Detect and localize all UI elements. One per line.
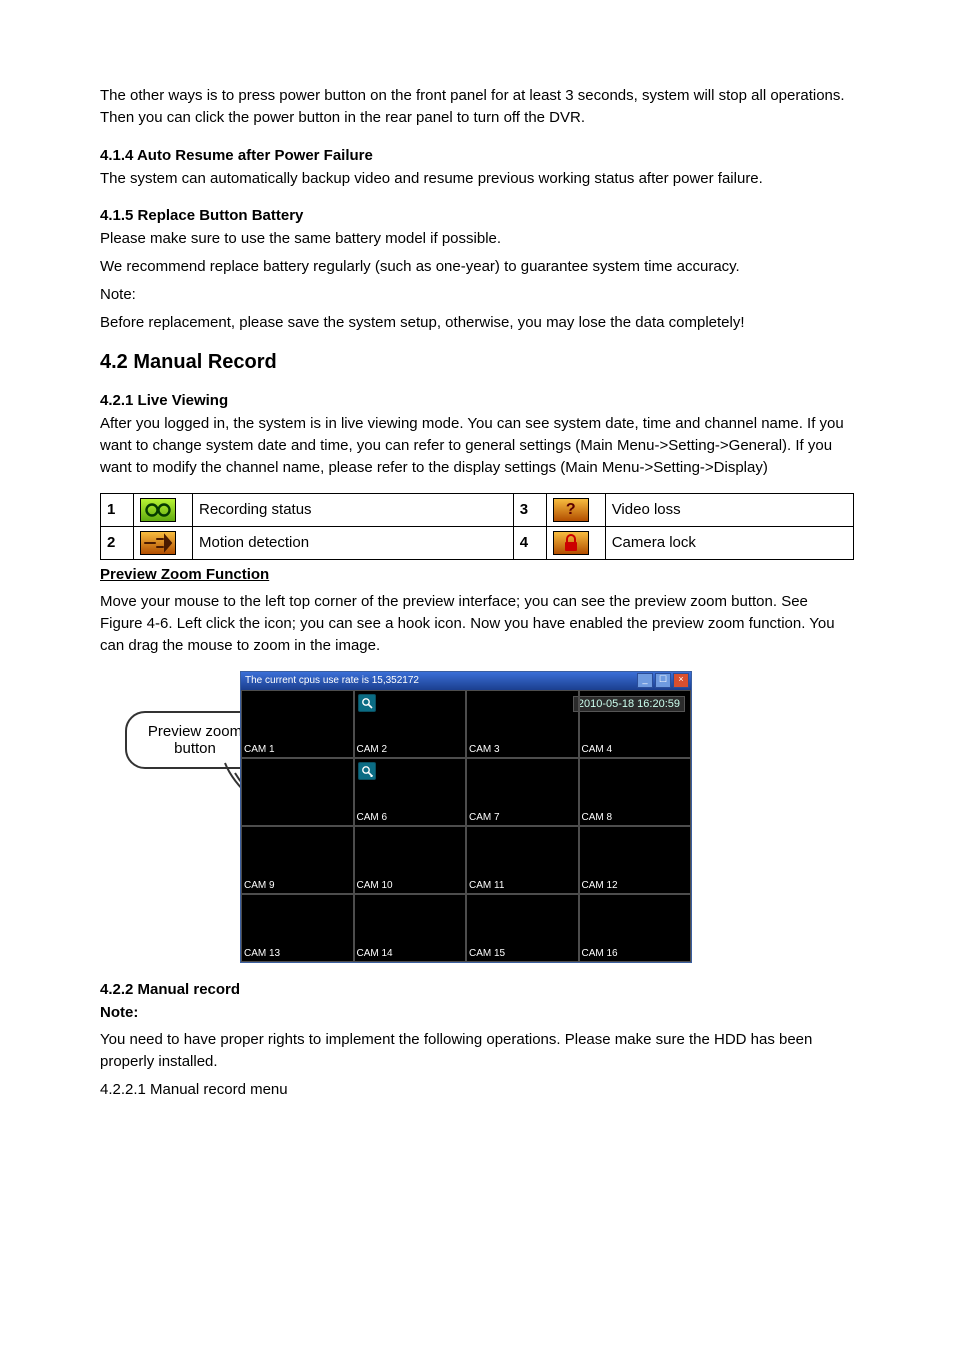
motion-icon [140, 531, 176, 555]
cell-num: 4 [513, 526, 546, 559]
p415-2: We recommend replace battery regularly (… [100, 256, 854, 278]
minimize-button[interactable]: _ [637, 673, 653, 688]
intro-paragraph: The other ways is to press power button … [100, 85, 854, 129]
close-button[interactable]: × [673, 673, 689, 688]
camera-cell[interactable]: CAM 3 [466, 690, 579, 758]
body-414: The system can automatically backup vide… [100, 168, 854, 190]
camera-cell[interactable]: CAM 8 [579, 758, 692, 826]
cell-desc: Recording status [193, 493, 514, 526]
note-body-422: You need to have proper rights to implem… [100, 1029, 854, 1073]
cell-icon [134, 493, 193, 526]
table-row: 2 Motion detection 4 Camera lock [101, 526, 854, 559]
camera-cell[interactable]: CAM 1 [241, 690, 354, 758]
camera-cell[interactable]: CAM 11 [466, 826, 579, 894]
cell-desc: Video loss [605, 493, 853, 526]
status-table: 1 Recording status 3 ? Video loss 2 Moti… [100, 493, 854, 560]
camera-cell[interactable]: CAM 10 [354, 826, 467, 894]
cell-num: 2 [101, 526, 134, 559]
videoloss-icon: ? [553, 498, 589, 522]
preview-zoom-icon[interactable] [358, 694, 376, 712]
recording-icon [140, 498, 176, 522]
camera-cell[interactable] [241, 758, 354, 826]
camera-cell[interactable]: CAM 2 [354, 690, 467, 758]
cell-desc: Motion detection [193, 526, 514, 559]
cell-num: 1 [101, 493, 134, 526]
p415-1: Please make sure to use the same battery… [100, 228, 854, 250]
cell-num: 3 [513, 493, 546, 526]
p415-note-body: Before replacement, please save the syst… [100, 312, 854, 334]
camera-cell[interactable]: CAM 9 [241, 826, 354, 894]
camera-cell[interactable]: CAM 14 [354, 894, 467, 962]
body-421: After you logged in, the system is in li… [100, 413, 854, 478]
lock-icon [553, 531, 589, 555]
preview-zoom-body: Move your mouse to the left top corner o… [100, 591, 854, 656]
cell-icon [134, 526, 193, 559]
camera-cell[interactable]: CAM 6 [354, 758, 467, 826]
window-title: The current cpus use rate is 15,352172 [245, 675, 419, 686]
camera-cell[interactable]: CAM 7 [466, 758, 579, 826]
heading-4221: 4.2.2.1 Manual record menu [100, 1079, 854, 1101]
p415-note-label: Note: [100, 284, 854, 306]
heading-42: 4.2 Manual Record [100, 351, 854, 374]
heading-422: 4.2.2 Manual record [100, 981, 854, 998]
camera-cell[interactable]: CAM 15 [466, 894, 579, 962]
heading-415: 4.1.5 Replace Button Battery [100, 207, 854, 224]
maximize-button[interactable]: ☐ [655, 673, 671, 688]
figure-4-6: Preview zoom button The current cpus use… [100, 671, 854, 963]
camera-cell[interactable]: CAM 13 [241, 894, 354, 962]
cell-desc: Camera lock [605, 526, 853, 559]
camera-grid: CAM 1 CAM 2 CAM 3 CAM 4 CAM 6 CAM 7 [241, 690, 691, 962]
note-label-422: Note: [100, 1004, 138, 1021]
camera-cell[interactable]: CAM 12 [579, 826, 692, 894]
cell-icon: ? [546, 493, 605, 526]
cell-icon [546, 526, 605, 559]
camera-cell[interactable]: CAM 4 [579, 690, 692, 758]
preview-zoom-icon[interactable] [358, 762, 376, 780]
preview-zoom-heading: Preview Zoom Function [100, 566, 269, 583]
table-row: 1 Recording status 3 ? Video loss [101, 493, 854, 526]
camera-cell[interactable]: CAM 16 [579, 894, 692, 962]
dvr-preview-window: The current cpus use rate is 15,352172 _… [240, 671, 692, 963]
heading-421: 4.2.1 Live Viewing [100, 392, 854, 409]
window-titlebar: The current cpus use rate is 15,352172 _… [241, 672, 691, 690]
heading-414: 4.1.4 Auto Resume after Power Failure [100, 147, 854, 164]
